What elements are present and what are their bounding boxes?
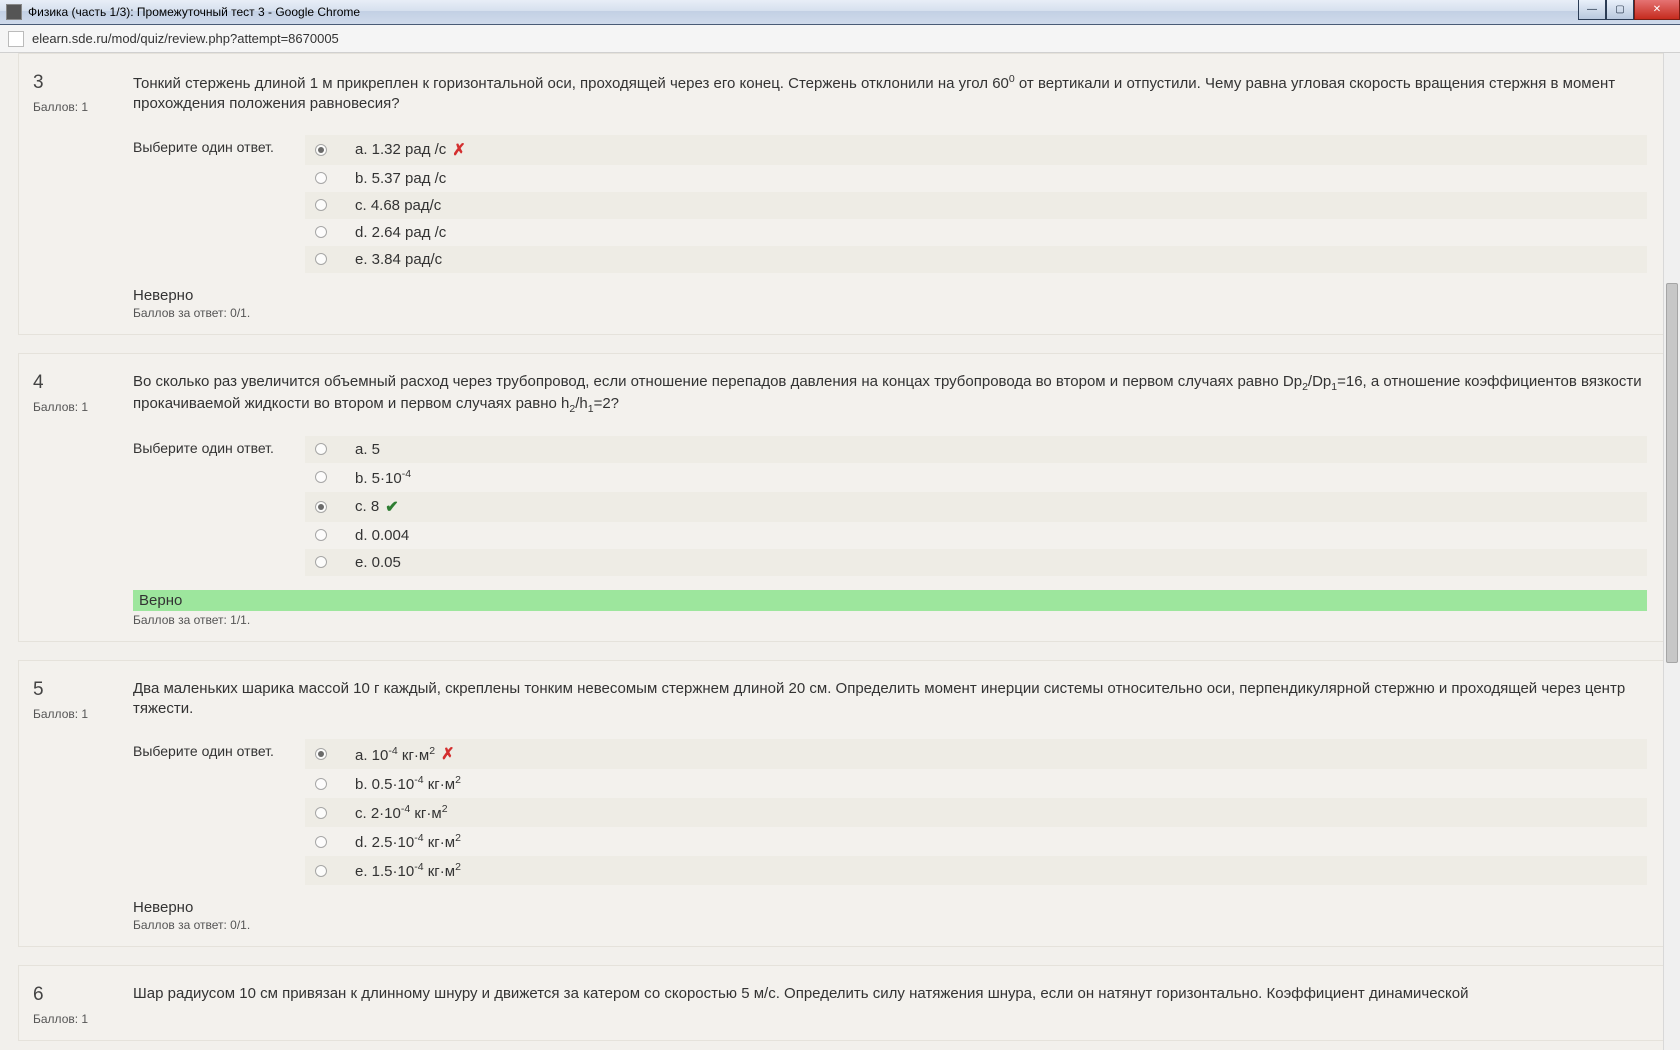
answer-row: b. 5.37 рад /с [305, 165, 1647, 192]
cross-icon: ✗ [441, 744, 454, 764]
question-block: 6 Баллов: 1Шар радиусом 10 см привязан к … [18, 965, 1668, 1041]
question-body: Во сколько раз увеличится объемный расхо… [133, 372, 1647, 627]
question-number: 3 [33, 72, 133, 94]
page-viewport[interactable]: 3Баллов: 1Тонкий стержень длиной 1 м при… [0, 53, 1680, 1050]
address-bar[interactable]: elearn.sde.ru/mod/quiz/review.php?attemp… [0, 25, 1680, 53]
scrollbar-track[interactable] [1663, 53, 1680, 1050]
minimize-button[interactable]: — [1578, 0, 1606, 20]
answer-text: b. 0.5·10-4 кг·м2 [355, 774, 461, 793]
question-grade: Баллов: 1 [33, 100, 133, 114]
question-text: Тонкий стержень длиной 1 м прикреплен к … [133, 72, 1647, 115]
app-icon [6, 4, 22, 20]
outcome-text: Неверно [133, 899, 1647, 916]
maximize-button[interactable]: ▢ [1606, 0, 1634, 20]
scrollbar-thumb[interactable] [1666, 283, 1678, 663]
cross-icon: ✗ [452, 140, 465, 160]
question-side: 6 Баллов: 1 [33, 984, 133, 1026]
question-number: 5 [33, 679, 133, 701]
answer-radio[interactable] [315, 529, 327, 541]
question-text: Два маленьких шарика массой 10 г каждый,… [133, 679, 1647, 720]
answer-text: d. 0.004 [355, 527, 409, 544]
question-text: Шар радиусом 10 см привязан к длинному ш… [133, 984, 1647, 1004]
question-side: 4 Баллов: 1 [33, 372, 133, 627]
answer-row: d. 2.64 рад /с [305, 219, 1647, 246]
question-number: 4 [33, 372, 133, 394]
answer-text: e. 3.84 рад/с [355, 251, 442, 268]
answer-row: e. 1.5·10-4 кг·м2 [305, 856, 1647, 885]
answer-radio[interactable] [315, 778, 327, 790]
question-grade: Баллов: 1 [33, 1012, 133, 1026]
answer-text: c. 4.68 рад/с [355, 197, 441, 214]
answers-list: a. 5 b. 5·10-4 c. 8 ✔ d. 0.004 e. 0.05 [305, 436, 1647, 576]
outcome-text: Верно [133, 590, 1647, 611]
url-text: elearn.sde.ru/mod/quiz/review.php?attemp… [32, 31, 339, 46]
answer-radio[interactable] [315, 226, 327, 238]
choose-prompt: Выберите один ответ. [133, 440, 303, 456]
answer-text: e. 1.5·10-4 кг·м2 [355, 861, 461, 880]
answer-radio[interactable] [315, 501, 327, 513]
answer-radio[interactable] [315, 199, 327, 211]
answer-row: e. 0.05 [305, 549, 1647, 576]
answer-radio[interactable] [315, 172, 327, 184]
question-side: 5 Баллов: 1 [33, 679, 133, 933]
answer-radio[interactable] [315, 471, 327, 483]
answer-row: c. 2·10-4 кг·м2 [305, 798, 1647, 827]
answer-text: c. 2·10-4 кг·м2 [355, 803, 448, 822]
check-icon: ✔ [385, 497, 398, 517]
close-button[interactable]: ✕ [1634, 0, 1680, 20]
answer-text: d. 2.64 рад /с [355, 224, 446, 241]
answer-text: a. 5 [355, 441, 380, 458]
answer-radio[interactable] [315, 836, 327, 848]
question-block: 4 Баллов: 1Во сколько раз увеличится объе… [18, 353, 1668, 642]
answer-text: b. 5·10-4 [355, 468, 411, 487]
score-text: Баллов за ответ: 0/1. [133, 918, 1647, 932]
answer-row: b. 5·10-4 [305, 463, 1647, 492]
answer-row: c. 8 ✔ [305, 492, 1647, 522]
answer-row: d. 0.004 [305, 522, 1647, 549]
question-side: 3 Баллов: 1 [33, 72, 133, 320]
answer-radio[interactable] [315, 443, 327, 455]
question-body: Тонкий стержень длиной 1 м прикреплен к … [133, 72, 1647, 320]
question-block: 5 Баллов: 1Два маленьких шарика массой 10… [18, 660, 1668, 948]
answers-list: a. 10-4 кг·м2 ✗ b. 0.5·10-4 кг·м2 c. 2·10-4… [305, 739, 1647, 885]
question-body: Шар радиусом 10 см привязан к длинному ш… [133, 984, 1647, 1026]
window-title: Физика (часть 1/3): Промежуточный тест 3… [28, 5, 360, 19]
answer-radio[interactable] [315, 748, 327, 760]
answer-text: a. 10-4 кг·м2 [355, 745, 435, 764]
answer-text: d. 2.5·10-4 кг·м2 [355, 832, 461, 851]
question-grade: Баллов: 1 [33, 400, 133, 414]
answer-row: c. 4.68 рад/с [305, 192, 1647, 219]
window-titlebar: Физика (часть 1/3): Промежуточный тест 3… [0, 0, 1680, 25]
answer-row: b. 0.5·10-4 кг·м2 [305, 769, 1647, 798]
question-number: 6 [33, 984, 133, 1006]
answer-radio[interactable] [315, 144, 327, 156]
score-text: Баллов за ответ: 0/1. [133, 306, 1647, 320]
answer-row: d. 2.5·10-4 кг·м2 [305, 827, 1647, 856]
answer-radio[interactable] [315, 807, 327, 819]
quiz-content: 3Баллов: 1Тонкий стержень длиной 1 м при… [0, 53, 1680, 1050]
choose-prompt: Выберите один ответ. [133, 139, 303, 155]
window-controls: — ▢ ✕ [1578, 0, 1680, 20]
outcome-text: Неверно [133, 287, 1647, 304]
page-icon [8, 31, 24, 47]
question-text: Во сколько раз увеличится объемный расхо… [133, 372, 1647, 416]
answer-row: e. 3.84 рад/с [305, 246, 1647, 273]
answer-text: e. 0.05 [355, 554, 401, 571]
question-body: Два маленьких шарика массой 10 г каждый,… [133, 679, 1647, 933]
score-text: Баллов за ответ: 1/1. [133, 613, 1647, 627]
answer-text: b. 5.37 рад /с [355, 170, 446, 187]
answer-radio[interactable] [315, 253, 327, 265]
question-grade: Баллов: 1 [33, 707, 133, 721]
answer-row: a. 1.32 рад /с ✗ [305, 135, 1647, 165]
answer-row: a. 10-4 кг·м2 ✗ [305, 739, 1647, 769]
answers-list: a. 1.32 рад /с ✗ b. 5.37 рад /с c. 4.68 рад… [305, 135, 1647, 273]
answer-text: a. 1.32 рад /с [355, 141, 446, 158]
answer-radio[interactable] [315, 865, 327, 877]
answer-text: c. 8 [355, 498, 379, 515]
question-block: 3 Баллов: 1Тонкий стержень длиной 1 м при… [18, 53, 1668, 335]
answer-radio[interactable] [315, 556, 327, 568]
answer-row: a. 5 [305, 436, 1647, 463]
choose-prompt: Выберите один ответ. [133, 743, 303, 759]
